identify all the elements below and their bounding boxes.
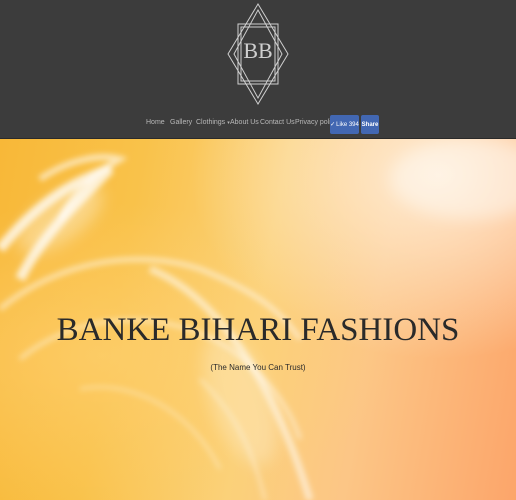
nav-clothings[interactable]: Clothings ▾ — [196, 119, 230, 126]
nav-gallery[interactable]: Gallery — [170, 119, 192, 126]
hero-banner: BANKE BIHARI FASHIONS (The Name You Can … — [0, 139, 516, 500]
facebook-like-label: Like 394 — [336, 121, 359, 128]
hero-title: BANKE BIHARI FASHIONS — [56, 312, 460, 348]
facebook-share-button[interactable]: Share — [361, 115, 379, 134]
nav-contact-us[interactable]: Contact Us — [260, 119, 295, 126]
site-header: BB Home Gallery Clothings ▾ About Us Cont… — [0, 0, 516, 139]
logo-monogram: BB — [243, 38, 273, 63]
hero-subtitle: (The Name You Can Trust) — [210, 363, 306, 372]
nav-clothings-label: Clothings — [196, 119, 226, 126]
facebook-like-button[interactable]: ✓ Like 394 — [330, 115, 359, 134]
main-nav: Home Gallery Clothings ▾ About Us Contact… — [0, 115, 516, 135]
thumbs-up-icon: ✓ — [330, 122, 336, 128]
nav-home[interactable]: Home — [146, 119, 165, 126]
site-logo[interactable]: BB — [226, 2, 290, 108]
nav-about-us[interactable]: About Us — [230, 119, 259, 126]
